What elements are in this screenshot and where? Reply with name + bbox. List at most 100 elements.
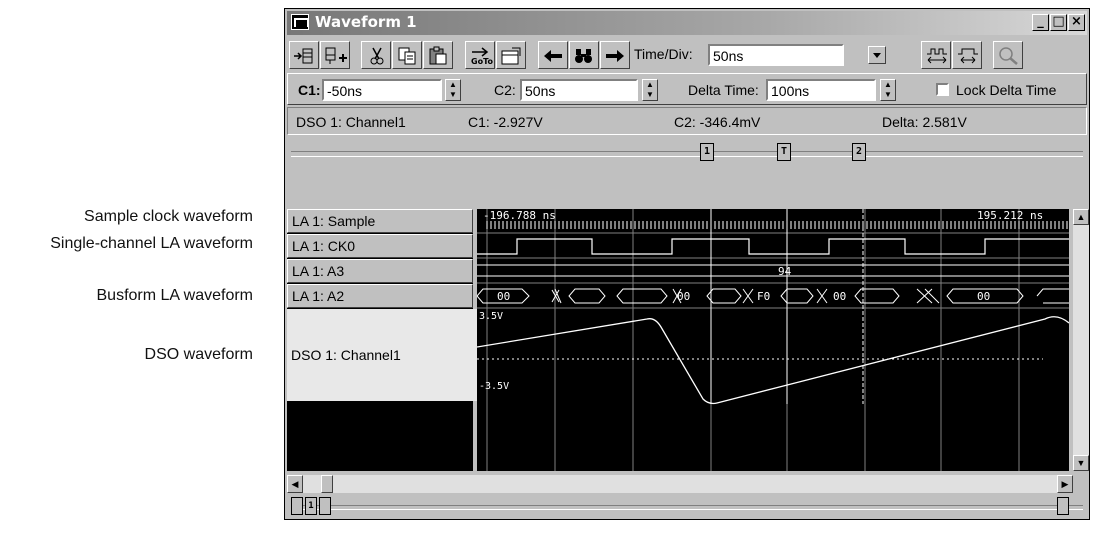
scroll-left-button[interactable]: ◀ — [287, 475, 303, 493]
a2-value-3: F0 — [757, 290, 770, 303]
waveform-name-ck0[interactable]: LA 1: CK0 — [287, 234, 473, 258]
dso-top-label: 3.5V — [479, 311, 503, 322]
dso-bottom-label: -3.5V — [479, 381, 509, 392]
spin-down-icon[interactable]: ▼ — [643, 90, 657, 100]
scroll-thumb[interactable] — [321, 475, 333, 493]
sample-clock-ticks — [486, 221, 1068, 229]
time-grid — [477, 209, 1069, 471]
waveform-name-sample[interactable]: LA 1: Sample — [287, 209, 473, 233]
readout-c1: C1: -2.927V — [468, 114, 543, 130]
cursor-1-marker[interactable]: 1 — [700, 143, 714, 161]
paste-button[interactable] — [423, 41, 453, 69]
spin-up-icon[interactable]: ▲ — [643, 80, 657, 90]
a2-glitch — [551, 288, 940, 304]
callout-single-channel: Single-channel LA waveform — [50, 235, 253, 252]
readout-delta: Delta: 2.581V — [882, 114, 967, 130]
chevron-down-icon — [873, 53, 881, 58]
window-title: Waveform 1 — [315, 13, 417, 31]
cursor-2-marker[interactable]: 2 — [852, 143, 866, 161]
cursor-ruler[interactable]: 1 T 2 — [287, 141, 1087, 171]
c2-label: C2: — [494, 82, 516, 98]
waveform-name-a2[interactable]: LA 1: A2 — [287, 284, 473, 308]
spin-up-icon[interactable]: ▲ — [881, 80, 895, 90]
overview-track — [291, 505, 1083, 510]
cut-button[interactable] — [361, 41, 391, 69]
c1-spinner[interactable]: ▲ ▼ — [445, 79, 461, 101]
c2-value: 50ns — [525, 83, 556, 99]
arrow-right-icon — [606, 50, 624, 62]
waveform-name-column: LA 1: Sample LA 1: CK0 LA 1: A3 LA 1: A2… — [287, 209, 477, 471]
spin-down-icon[interactable]: ▼ — [881, 90, 895, 100]
scroll-right-button[interactable]: ▶ — [1057, 475, 1073, 493]
binoculars-icon — [575, 49, 592, 63]
scroll-down-button[interactable]: ▼ — [1073, 455, 1089, 471]
callout-dso: DSO waveform — [144, 346, 253, 363]
timediv-dropdown-button[interactable] — [868, 46, 886, 64]
cursor-bar: C1: -50ns ▲ ▼ C2: 50ns ▲ ▼ Delta Time: 100… — [287, 73, 1087, 105]
timediv-select[interactable]: 50ns — [708, 44, 844, 66]
waveform-window-icon — [291, 14, 309, 30]
zoom-selection-icon — [958, 48, 978, 64]
svg-text:GoTo: GoTo — [471, 57, 493, 66]
a2-value-1: 00 — [497, 290, 510, 303]
ruler-track — [291, 151, 1083, 157]
dso-waveform — [477, 316, 1069, 405]
magnify-button[interactable] — [993, 41, 1023, 69]
minimize-button[interactable]: _ — [1032, 14, 1049, 31]
c2-input[interactable]: 50ns — [520, 79, 638, 101]
c1-value: -50ns — [327, 83, 363, 99]
add-group-button[interactable] — [320, 41, 350, 69]
delta-time-input[interactable]: 100ns — [766, 79, 876, 101]
delta-time-value: 100ns — [771, 83, 810, 99]
toolbar: GoTo Time/Div: 50ns — [289, 41, 1087, 69]
maximize-button[interactable]: □ — [1050, 14, 1067, 31]
zoom-selection-button[interactable] — [952, 41, 982, 69]
scissors-icon — [370, 47, 384, 65]
properties-button[interactable] — [496, 41, 526, 69]
lock-delta-label[interactable]: Lock Delta Time — [956, 82, 1056, 98]
close-button[interactable]: × — [1068, 14, 1085, 31]
title-bar[interactable]: Waveform 1 _ □ × — [287, 11, 1087, 35]
add-waveform-button[interactable] — [289, 41, 319, 69]
c2-spinner[interactable]: ▲ ▼ — [642, 79, 658, 101]
delta-time-spinner[interactable]: ▲ ▼ — [880, 79, 896, 101]
ck0-waveform — [477, 238, 1069, 255]
horizontal-scrollbar[interactable]: ◀ ▶ — [287, 475, 1073, 493]
paste-icon — [429, 46, 447, 65]
scroll-up-button[interactable]: ▲ — [1073, 209, 1089, 225]
waveform-name-a3[interactable]: LA 1: A3 — [287, 259, 473, 283]
magnifier-icon — [999, 47, 1018, 65]
a3-bus — [477, 264, 1069, 277]
goto-button[interactable]: GoTo — [465, 41, 495, 69]
add-group-icon — [325, 47, 347, 64]
c1-input[interactable]: -50ns — [322, 79, 442, 101]
arrow-left-icon — [544, 50, 562, 62]
waveform-canvas: -196.788 ns 195.212 ns 94 00 00 F0 00 00… — [477, 209, 1069, 471]
search-next-button[interactable] — [600, 41, 630, 69]
overview-right-marker[interactable] — [319, 497, 331, 515]
readout-c2: C2: -346.4mV — [674, 114, 761, 130]
time-right-label: 195.212 ns — [977, 209, 1043, 222]
overview-end-marker[interactable] — [1057, 497, 1069, 515]
find-button[interactable] — [569, 41, 599, 69]
callout-sample-clock: Sample clock waveform — [84, 208, 253, 225]
a3-value: 94 — [778, 265, 792, 278]
lock-delta-checkbox[interactable] — [936, 83, 949, 96]
overview-marker-bar[interactable]: 1 — [287, 495, 1087, 517]
a2-value-4: 00 — [833, 290, 846, 303]
vertical-scrollbar[interactable]: ▲ ▼ — [1073, 209, 1089, 471]
overview-cursor-1-marker[interactable]: 1 — [305, 497, 317, 515]
trigger-marker[interactable]: T — [777, 143, 791, 161]
overview-left-marker[interactable] — [291, 497, 303, 515]
copy-button[interactable] — [392, 41, 422, 69]
zoom-fit-button[interactable] — [921, 41, 951, 69]
waveform-name-dso[interactable]: DSO 1: Channel1 — [287, 309, 477, 401]
spin-down-icon[interactable]: ▼ — [446, 90, 460, 100]
add-waveform-icon — [294, 48, 313, 64]
properties-icon — [501, 47, 521, 65]
spin-up-icon[interactable]: ▲ — [446, 80, 460, 90]
waveform-plot[interactable]: -196.788 ns 195.212 ns 94 00 00 F0 00 00… — [477, 209, 1069, 471]
search-previous-button[interactable] — [538, 41, 568, 69]
a2-value-5: 00 — [977, 290, 990, 303]
timediv-label: Time/Div: — [634, 46, 693, 62]
